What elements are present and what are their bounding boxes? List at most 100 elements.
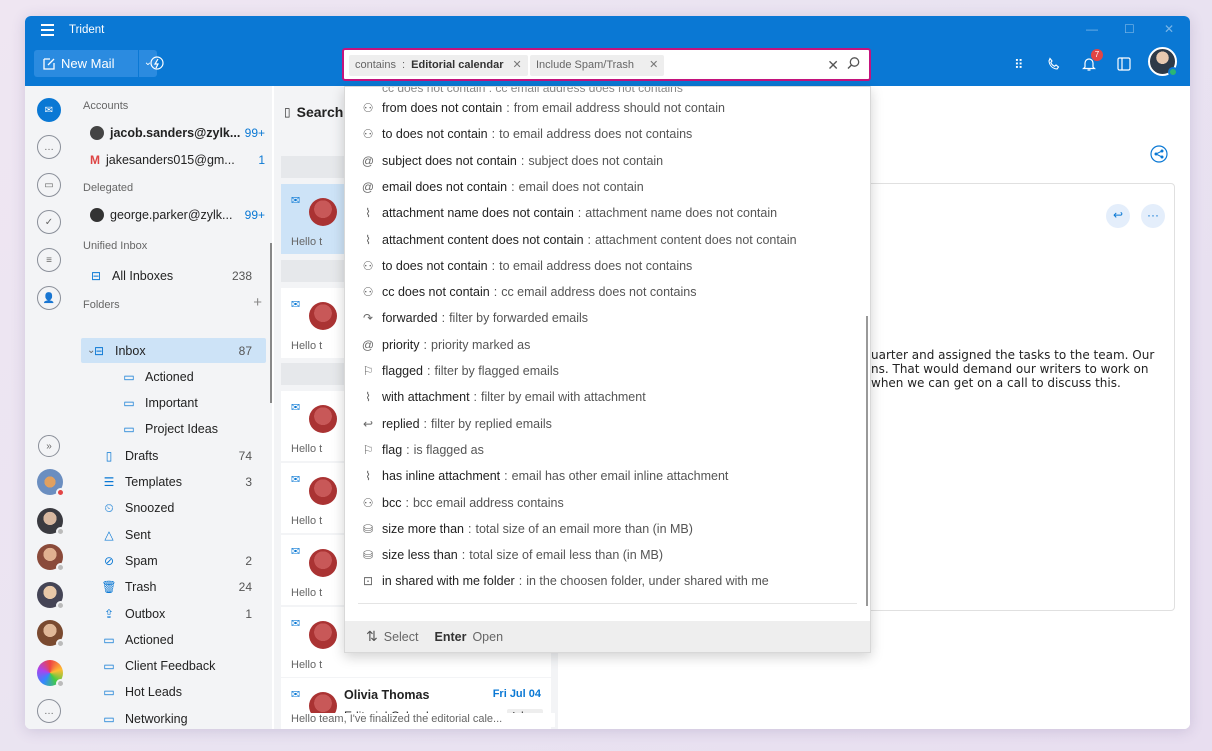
person-icon: ⚇ — [362, 127, 374, 142]
suggestion-item[interactable]: ⚐ flagged: filter by flagged emails — [345, 358, 870, 384]
suggestion-item[interactable]: ⚇ to does not contain: to email address do… — [345, 253, 870, 279]
chip-remove-icon[interactable]: ✕ — [513, 59, 522, 71]
chevron-down-icon[interactable]: ⌄ — [87, 345, 95, 356]
suggestion-description: filter by flagged emails — [434, 364, 559, 378]
apps-grid-icon[interactable]: ⠿ — [1014, 57, 1024, 73]
suggestion-label: flagged — [382, 364, 424, 378]
suggestion-item[interactable]: ⌇ has inline attachment: email has other e… — [345, 463, 870, 489]
folder-icon: ▭ — [103, 685, 115, 700]
suggestion-item[interactable]: @ email does not contain: email does not c… — [345, 174, 870, 200]
avatar[interactable] — [37, 660, 65, 688]
avatar[interactable] — [37, 469, 65, 497]
trash-icon: 🗑 — [101, 580, 117, 595]
folder-item[interactable]: ⏲ Snoozed — [81, 496, 266, 521]
open-hint: Open — [472, 629, 504, 644]
suggestion-item[interactable]: ↷ forwarded: filter by forwarded emails — [345, 305, 870, 331]
folder-item[interactable]: △ Sent — [81, 522, 266, 547]
suggestion-item[interactable]: ⚐ flag: is flagged as — [345, 437, 870, 463]
suggestion-item[interactable]: ⚇ from does not contain: from email addres… — [345, 95, 870, 121]
suggestion-separator: : — [423, 416, 428, 431]
menu-icon[interactable] — [41, 24, 54, 36]
phone-icon[interactable] — [1047, 57, 1061, 71]
avatar[interactable] — [37, 508, 65, 536]
message-card — [867, 183, 1175, 611]
all-inboxes-item[interactable]: ⊟ All Inboxes 238 — [88, 263, 266, 288]
suggestion-label: flag — [382, 442, 403, 457]
at-icon: @ — [361, 179, 375, 194]
folder-item[interactable]: ⌄ ⊟ Inbox 87 — [81, 338, 266, 363]
account-item[interactable]: M jakesanders015@gm... 1 — [90, 153, 265, 167]
reply-icon: ↩ — [362, 416, 374, 431]
delegated-account-item[interactable]: george.parker@zylk... 99+ — [90, 208, 265, 222]
folder-scrollbar[interactable] — [270, 243, 272, 403]
suggestion-item[interactable]: @ subject does not contain: subject does n… — [345, 148, 870, 174]
suggestion-item[interactable]: ⌇ attachment name does not contain: attach… — [345, 200, 870, 226]
search-chip-contains[interactable]: contains : Editorial calendar ✕ — [349, 55, 528, 76]
mail-icon[interactable]: ✉ — [37, 98, 61, 122]
folder-item[interactable]: ⇪ Outbox 1 — [81, 601, 266, 626]
suggestion-item[interactable]: ⛁ size more than: total size of an email m… — [345, 516, 870, 542]
calendar-icon[interactable]: ▭ — [37, 173, 61, 197]
paperclip-icon: ⌇ — [365, 232, 371, 247]
reply-icon[interactable]: ↩ — [1106, 204, 1130, 228]
suggestion-item[interactable]: ↩ replied: filter by replied emails — [345, 411, 870, 437]
sender-avatar — [309, 621, 337, 649]
folder-label: Sent — [125, 527, 151, 542]
suggestion-item[interactable]: ⌇ attachment content does not contain: att… — [345, 227, 870, 253]
folder-label: Hot Leads — [125, 685, 182, 700]
suggestion-item[interactable]: ⌇ with attachment: filter by email with at… — [345, 384, 870, 410]
folder-item[interactable]: ⊘ Spam 2 — [81, 548, 266, 573]
minimize-icon[interactable]: — — [1086, 22, 1098, 36]
tasks-icon[interactable]: ✓ — [37, 210, 61, 234]
search-chip-spam-trash[interactable]: Include Spam/Trash ✕ — [530, 55, 665, 76]
sender-name: Olivia Thomas — [344, 688, 430, 702]
folder-item[interactable]: ▭ Client Feedback — [81, 654, 266, 679]
suggestion-item[interactable]: ⚇ bcc: bcc email address contains — [345, 490, 870, 516]
avatar[interactable] — [37, 582, 65, 610]
account-item[interactable]: jacob.sanders@zylk... 99+ — [90, 126, 265, 140]
suggestion-item[interactable]: ⚇ to does not contain: to email address do… — [345, 121, 870, 147]
folder-count: 87 — [238, 343, 252, 358]
sidebar-toggle-icon[interactable]: ▯ — [284, 105, 291, 119]
suggestion-item[interactable]: ⚇ cc does not contain: cc email address do… — [345, 279, 870, 305]
clear-search-icon[interactable]: ✕ — [827, 57, 839, 74]
close-icon[interactable]: ✕ — [1164, 22, 1174, 36]
folder-item[interactable]: ▭ Hot Leads — [81, 680, 266, 705]
share-icon[interactable] — [1150, 145, 1168, 163]
folder-item[interactable]: ▭ Actioned — [81, 627, 266, 652]
folder-item[interactable]: ▭ Important — [81, 391, 266, 416]
more-options-icon[interactable]: ··· — [1141, 204, 1165, 228]
drafts-icon: ▯ — [105, 448, 113, 463]
new-mail-button[interactable]: New Mail — [34, 50, 138, 77]
search-box[interactable]: contains : Editorial calendar ✕ Include … — [342, 48, 871, 81]
user-avatar[interactable] — [1148, 47, 1178, 77]
panel-toggle-icon[interactable] — [1117, 57, 1131, 71]
folder-item[interactable]: ▭ Actioned — [81, 364, 266, 389]
dropdown-scrollbar[interactable] — [866, 316, 868, 606]
folder-item[interactable]: ▭ Networking — [81, 706, 266, 729]
avatar[interactable] — [37, 544, 65, 572]
folder-item[interactable]: 🗑 Trash 24 — [81, 575, 266, 600]
suggestion-item[interactable]: @ priority: priority marked as — [345, 332, 870, 358]
maximize-icon[interactable]: ☐ — [1124, 22, 1135, 36]
suggestion-item[interactable]: ⛁ size less than: total size of email less… — [345, 542, 870, 568]
suggestion-item[interactable]: ⊡ in shared with me folder: in the choosen… — [345, 568, 870, 594]
body-line: ns. That would demand our writers to wor… — [871, 362, 1149, 376]
folder-item[interactable]: ☰ Templates 3 — [81, 470, 266, 495]
account-avatar — [90, 208, 104, 222]
suggestion-separator: : — [518, 574, 523, 589]
body-line: uarter and assigned the tasks to the tea… — [871, 348, 1155, 362]
chat-bubble-icon[interactable]: … — [37, 699, 61, 723]
folder-item[interactable]: ▯ Drafts 74 — [81, 443, 266, 468]
search-icon[interactable] — [846, 56, 861, 71]
avatar[interactable] — [37, 620, 65, 648]
message-snippet: Hello team, I've finalized the editorial… — [291, 713, 555, 727]
expand-icon[interactable]: » — [38, 435, 60, 457]
chip-remove-icon[interactable]: ✕ — [649, 59, 658, 71]
notes-icon[interactable]: ≡ — [37, 248, 61, 272]
chat-icon[interactable]: … — [37, 135, 61, 159]
contacts-icon[interactable]: 👤 — [37, 286, 61, 310]
quick-actions-icon[interactable] — [150, 56, 164, 70]
add-folder-icon[interactable]: + — [253, 294, 262, 311]
folder-item[interactable]: ▭ Project Ideas — [81, 417, 266, 442]
